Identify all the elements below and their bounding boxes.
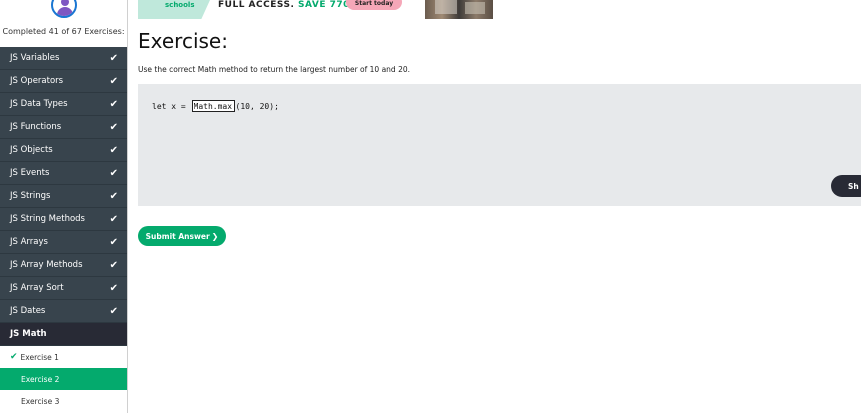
- ad-start-today-button[interactable]: Start today: [346, 0, 402, 10]
- checkmark-icon: ✔: [10, 352, 18, 362]
- sidebar-topic-label: JS Functions: [10, 122, 62, 132]
- ad-brand-panel: schools: [138, 0, 210, 19]
- sidebar-topic[interactable]: JS Array Methods ✔: [0, 254, 127, 277]
- checkmark-icon: ✔: [109, 190, 118, 202]
- exercise-instruction: Use the correct Math method to return th…: [138, 65, 411, 74]
- code-line: let x = (10, 20);: [152, 100, 279, 112]
- sidebar-topic-label: JS Strings: [10, 191, 51, 201]
- submit-answer-label: Submit Answer: [145, 231, 210, 241]
- checkmark-icon: ✔: [109, 282, 118, 294]
- sidebar-topic-label: JS Arrays: [10, 237, 48, 247]
- sidebar-topic[interactable]: JS Math: [0, 323, 127, 346]
- sidebar-topic-label: JS Array Sort: [10, 283, 64, 293]
- sidebar-topic[interactable]: JS Array Sort ✔: [0, 277, 127, 300]
- checkmark-icon: ✔: [109, 213, 118, 225]
- sidebar-topic-label: JS Events: [10, 168, 50, 178]
- sidebar-topic-label: JS String Methods: [10, 214, 85, 224]
- sidebar-topic-label: JS Objects: [10, 145, 53, 155]
- ad-photo: [425, 0, 493, 19]
- checkmark-icon: ✔: [109, 167, 118, 179]
- show-answer-button[interactable]: Sh: [831, 175, 861, 197]
- code-box: let x = (10, 20); Sh: [138, 84, 861, 206]
- sidebar-topic[interactable]: JS Variables ✔: [0, 47, 127, 70]
- sidebar-topic[interactable]: JS Arrays ✔: [0, 231, 127, 254]
- sidebar-topic[interactable]: JS Functions ✔: [0, 116, 127, 139]
- sidebar-topic[interactable]: JS Dates ✔: [0, 300, 127, 323]
- checkmark-icon: ✔: [109, 259, 118, 271]
- ad-headline: FULL ACCESS. SAVE 770$: [218, 0, 357, 10]
- sidebar-topic-label: JS Dates: [10, 306, 46, 316]
- code-prefix: let x =: [152, 101, 191, 111]
- checkmark-icon: ✔: [109, 305, 118, 317]
- ad-brand-text: schools: [165, 1, 195, 9]
- ad-banner[interactable]: schools FULL ACCESS. SAVE 770$ Start tod…: [138, 0, 496, 19]
- sidebar-topic[interactable]: JS String Methods ✔: [0, 208, 127, 231]
- chevron-right-icon: ❯: [211, 231, 219, 241]
- sidebar-exercise-label: Exercise 2: [21, 374, 60, 384]
- checkmark-icon: ✔: [109, 75, 118, 87]
- code-suffix: (10, 20);: [235, 101, 279, 111]
- page-title: Exercise:: [138, 29, 228, 53]
- topic-list: JS Variables ✔ JS Operators ✔ JS Data Types ✔…: [0, 47, 127, 412]
- answer-input[interactable]: [191, 100, 235, 112]
- sidebar-exercise-item[interactable]: Exercise 2: [0, 368, 127, 390]
- sidebar-topic[interactable]: JS Data Types ✔: [0, 93, 127, 116]
- checkmark-icon: ✔: [109, 121, 118, 133]
- sidebar: Completed 41 of 67 Exercises: JS Variabl…: [0, 0, 128, 413]
- sidebar-topic-label: JS Variables: [10, 53, 60, 63]
- sidebar-topic-label: JS Array Methods: [10, 260, 83, 270]
- progress-text: Completed 41 of 67 Exercises:: [2, 27, 125, 36]
- sidebar-topic-label: JS Operators: [10, 76, 64, 86]
- checkmark-icon: ✔: [109, 236, 118, 248]
- sidebar-topic[interactable]: JS Objects ✔: [0, 139, 127, 162]
- user-avatar-icon[interactable]: [51, 0, 77, 18]
- sidebar-topic-label: JS Data Types: [10, 99, 68, 109]
- submit-answer-button[interactable]: Submit Answer ❯: [138, 226, 226, 246]
- sidebar-exercise-item[interactable]: Exercise 3: [0, 390, 127, 412]
- checkmark-icon: ✔: [109, 98, 118, 110]
- checkmark-icon: ✔: [109, 52, 118, 64]
- sidebar-exercise-label: Exercise 3: [21, 396, 60, 406]
- sidebar-exercise-item[interactable]: ✔ Exercise 1: [0, 346, 127, 368]
- sidebar-topic[interactable]: JS Events ✔: [0, 162, 127, 185]
- sidebar-exercise-label: Exercise 1: [20, 352, 59, 362]
- sidebar-topic-label: JS Math: [10, 329, 47, 339]
- sidebar-topic[interactable]: JS Strings ✔: [0, 185, 127, 208]
- checkmark-icon: ✔: [109, 144, 118, 156]
- sidebar-topic[interactable]: JS Operators ✔: [0, 70, 127, 93]
- ad-headline-text: FULL ACCESS.: [218, 0, 295, 10]
